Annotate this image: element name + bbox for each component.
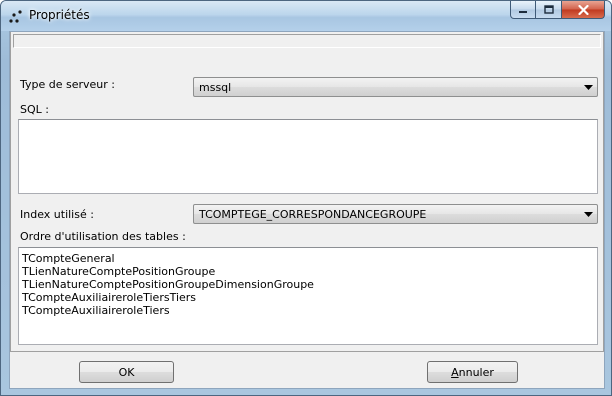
cancel-accelerator: A: [451, 365, 459, 379]
properties-window: Propriétés Type de serveur: mssql SQL:…: [0, 0, 612, 396]
index-value: TCOMPTEGE_CORRESPONDANCEGROUPE: [199, 208, 427, 221]
tables-order-label: Ordre d'utilisation des tables :: [20, 230, 186, 243]
chevron-down-icon: [584, 212, 593, 217]
ok-button[interactable]: OK: [79, 361, 174, 383]
minimize-button[interactable]: [510, 1, 536, 19]
list-item: TLienNatureComptePositionGroupe: [22, 265, 216, 278]
list-item: TCompteGeneral: [22, 252, 115, 265]
ok-button-label: OK: [118, 365, 135, 379]
index-select[interactable]: TCOMPTEGE_CORRESPONDANCEGROUPE: [193, 204, 598, 224]
minimize-icon: [519, 10, 527, 13]
app-dots-icon: [9, 10, 22, 23]
close-icon: [577, 4, 589, 15]
dialog-client-area: Type de serveur : mssql SQL : Index util…: [9, 31, 605, 389]
top-strip: [13, 34, 601, 48]
title-bar[interactable]: Propriétés: [1, 1, 611, 31]
list-item: TLienNatureComptePositionGroupeDimension…: [22, 278, 314, 291]
close-button[interactable]: [562, 1, 605, 19]
chevron-down-icon: [584, 85, 593, 90]
cancel-button[interactable]: Annuler: [427, 361, 518, 383]
server-type-label: Type de serveur :: [20, 78, 116, 91]
window-title: Propriétés: [29, 8, 90, 22]
sql-label: SQL :: [20, 103, 49, 116]
server-type-value: mssql: [199, 81, 232, 94]
caption-buttons: [510, 1, 605, 20]
cancel-label-rest: nnuler: [458, 365, 494, 379]
sql-textarea[interactable]: [18, 119, 598, 194]
server-type-select[interactable]: mssql: [193, 77, 598, 97]
index-label: Index utilisé :: [20, 208, 94, 221]
list-item: TCompteAuxiliaireroleTiersTiers: [22, 291, 197, 304]
maximize-button[interactable]: [536, 1, 562, 19]
maximize-icon: [543, 5, 554, 14]
list-item: TCompteAuxiliaireroleTiers: [22, 304, 170, 317]
content-panel: Type de serveur : mssql SQL : Index util…: [10, 32, 604, 352]
cancel-button-label: Annuler: [451, 366, 494, 379]
tables-order-list[interactable]: TCompteGeneral TLienNatureComptePosition…: [18, 247, 598, 345]
